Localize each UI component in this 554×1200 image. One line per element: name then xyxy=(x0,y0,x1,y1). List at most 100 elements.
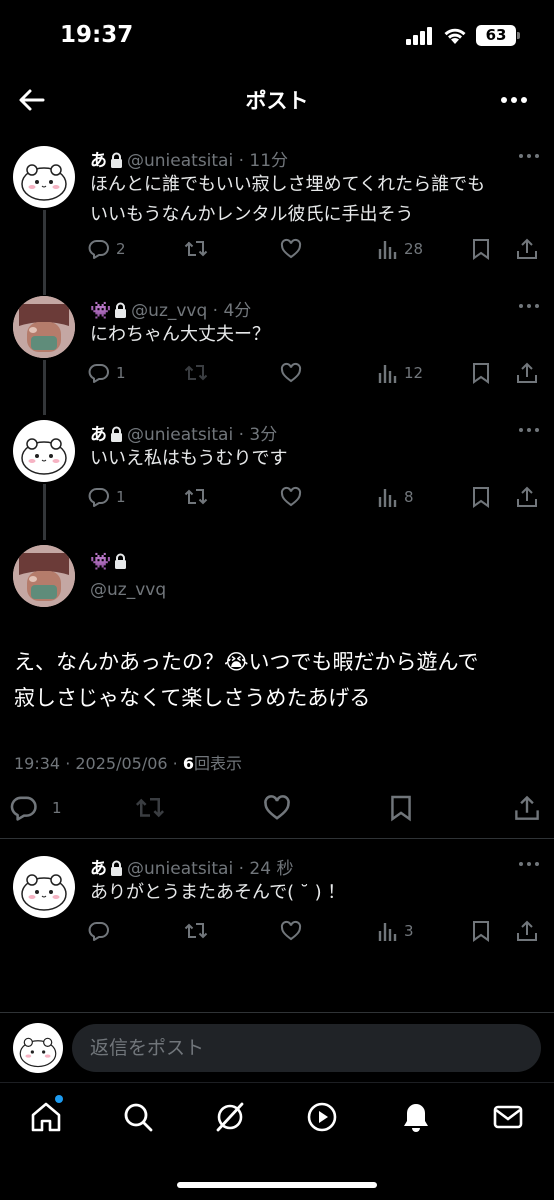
reply-button[interactable]: 1 xyxy=(10,793,62,823)
bell-icon xyxy=(404,1104,428,1132)
like-button[interactable] xyxy=(280,360,302,386)
share-icon xyxy=(515,795,539,820)
post-text: ありがとうまたあそんで( ˘ ) ！ xyxy=(90,878,345,908)
reply-button[interactable]: 1 xyxy=(88,484,126,510)
status-time: 19:37 xyxy=(60,22,134,48)
post-actions: 2 28 xyxy=(88,236,540,262)
display-name[interactable]: あ xyxy=(90,859,107,879)
heart-icon xyxy=(264,795,290,820)
repost-button[interactable] xyxy=(184,484,208,510)
tab-grok[interactable] xyxy=(210,1097,250,1137)
views-count: 3 xyxy=(404,922,414,940)
post-actions: 1 xyxy=(10,793,544,823)
home-indicator xyxy=(177,1182,377,1188)
share-button[interactable] xyxy=(516,918,538,944)
reply-button[interactable] xyxy=(88,918,110,944)
post-options-icon[interactable] xyxy=(516,424,542,436)
bookmark-icon xyxy=(391,795,411,822)
analytics-icon xyxy=(378,241,397,259)
thread-connector xyxy=(43,210,46,295)
wifi-icon xyxy=(444,28,466,44)
thread-connector xyxy=(43,360,46,415)
handle[interactable]: @uz_vvq xyxy=(90,580,166,600)
bookmark-button[interactable] xyxy=(472,360,490,386)
display-name[interactable]: あ xyxy=(90,425,107,445)
display-name[interactable]: 👾 xyxy=(90,552,131,572)
bookmark-button[interactable] xyxy=(472,918,490,944)
lock-icon xyxy=(115,302,127,318)
like-button[interactable] xyxy=(280,918,302,944)
bookmark-button[interactable] xyxy=(390,793,412,823)
like-button[interactable] xyxy=(280,236,302,262)
tab-video[interactable] xyxy=(302,1097,342,1137)
repost-button[interactable] xyxy=(184,918,208,944)
search-icon xyxy=(124,1103,153,1132)
post-options-icon[interactable] xyxy=(516,858,542,870)
repost-button[interactable] xyxy=(184,236,208,262)
heart-icon xyxy=(280,920,302,941)
avatar[interactable] xyxy=(13,296,75,358)
more-options-icon[interactable] xyxy=(496,86,532,114)
avatar[interactable] xyxy=(13,545,75,607)
repost-button[interactable] xyxy=(184,360,208,386)
post-text-line: 寂しさじゃなくて楽しさうめたあげる xyxy=(14,686,371,710)
handle-time[interactable]: @unieatsitai · 11分 xyxy=(127,151,288,171)
like-button[interactable] xyxy=(280,484,302,510)
lock-icon xyxy=(111,860,122,876)
reply-count: 1 xyxy=(116,488,126,506)
post-text: にわちゃん大丈夫ー？ xyxy=(90,320,270,350)
bookmark-button[interactable] xyxy=(472,484,490,510)
post-options-icon[interactable] xyxy=(516,150,542,162)
share-button[interactable] xyxy=(516,484,538,510)
reply-input[interactable]: 返信をポスト xyxy=(72,1024,541,1072)
handle-time[interactable]: @uz_vvq · 4分 xyxy=(131,301,251,321)
thread-connector xyxy=(43,484,46,540)
home-icon xyxy=(31,1102,61,1132)
like-button[interactable] xyxy=(263,793,291,823)
post-text: え、なんかあったの？😭いつでも暇だから遊んで 寂しさじゃなくて楽しさうめたあげる xyxy=(14,644,479,716)
post-header: あ @unieatsitai · 24 秒 xyxy=(90,854,293,879)
share-icon xyxy=(517,362,537,383)
views-button[interactable]: 28 xyxy=(378,236,423,262)
avatar[interactable] xyxy=(13,146,75,208)
reply-button[interactable]: 1 xyxy=(88,360,126,386)
bookmark-button[interactable] xyxy=(472,236,490,262)
tab-notifications[interactable] xyxy=(396,1097,436,1137)
post-options-icon[interactable] xyxy=(516,300,542,312)
post-text-line: にわちゃん大丈夫ー？ xyxy=(90,324,270,345)
share-button[interactable] xyxy=(516,360,538,386)
avatar xyxy=(13,1023,63,1073)
reply-button[interactable]: 2 xyxy=(88,236,126,262)
display-name[interactable]: あ xyxy=(90,151,107,171)
repost-icon xyxy=(184,923,208,939)
tab-search[interactable] xyxy=(118,1097,158,1137)
handle-time[interactable]: @unieatsitai · 24 秒 xyxy=(127,859,293,879)
analytics-icon xyxy=(378,489,397,507)
tab-home[interactable] xyxy=(26,1097,66,1137)
share-icon xyxy=(517,920,537,941)
avatar[interactable] xyxy=(13,856,75,918)
views-count: 28 xyxy=(404,240,424,258)
views-button[interactable]: 12 xyxy=(378,360,423,386)
display-name[interactable]: 👾 xyxy=(90,301,111,321)
views-button[interactable]: 8 xyxy=(378,484,414,510)
post-actions: 3 xyxy=(88,918,540,944)
repost-button[interactable] xyxy=(135,793,165,823)
handle-time[interactable]: @unieatsitai · 3分 xyxy=(127,425,277,445)
view-count: 6 xyxy=(182,754,194,773)
share-button[interactable] xyxy=(516,236,538,262)
display-name-text: 👾 xyxy=(90,552,112,572)
post-header: 👾 @uz_vvq · 4分 xyxy=(90,296,251,321)
share-button[interactable] xyxy=(514,793,540,823)
repost-icon xyxy=(184,489,208,505)
views-button[interactable]: 3 xyxy=(378,918,414,944)
bookmark-icon xyxy=(473,921,489,942)
avatar[interactable] xyxy=(13,420,75,482)
post-text-line: いいもうなんかレンタル彼氏に手出そう xyxy=(90,204,414,225)
reply-count: 1 xyxy=(52,799,62,817)
heart-icon xyxy=(280,362,302,383)
post-actions: 1 8 xyxy=(88,484,540,510)
share-icon xyxy=(517,238,537,259)
tab-messages[interactable] xyxy=(488,1097,528,1137)
views-count: 12 xyxy=(404,364,424,382)
